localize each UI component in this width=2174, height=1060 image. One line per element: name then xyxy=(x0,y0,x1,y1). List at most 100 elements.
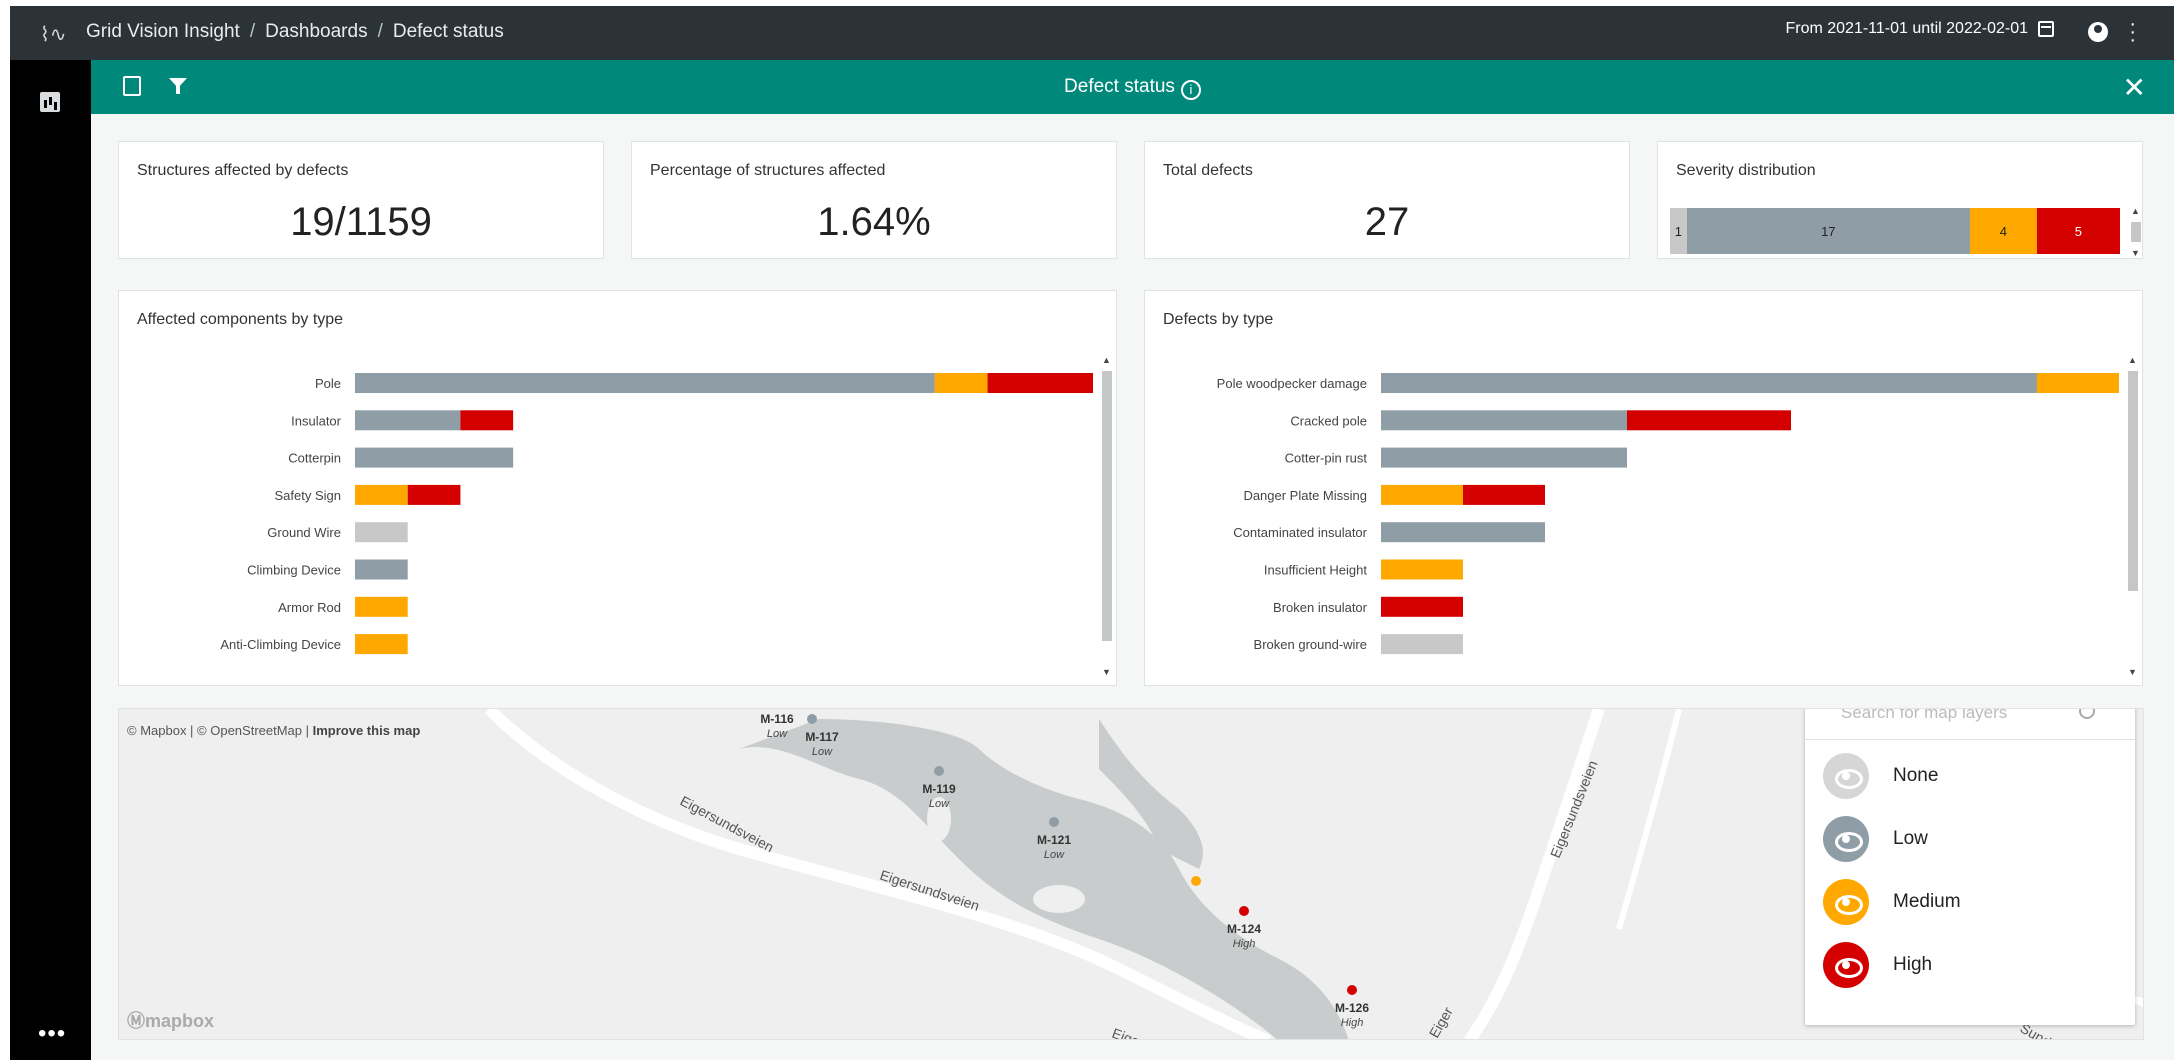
bar-segment-none[interactable] xyxy=(1381,634,1463,655)
chart-scrollbar[interactable]: ▲ ▼ xyxy=(1101,355,1113,677)
date-range-picker[interactable]: From 2021-11-01 until 2022-02-01 xyxy=(1785,20,2054,38)
legend-label: Low xyxy=(1893,828,1928,849)
severity-distribution-card: Severity distribution 1 17 4 5 ▲ ▼ xyxy=(1657,141,2143,259)
defects-by-type-chart: Pole woodpecker damage Cracked pole Cotter… xyxy=(1217,373,2119,655)
bar-segment-medium[interactable] xyxy=(1381,484,1463,505)
legend-item-low[interactable]: Low xyxy=(1823,816,1928,862)
severity-segment-medium[interactable]: 4 xyxy=(1969,208,2037,254)
bar-segment-high[interactable] xyxy=(1381,596,1463,617)
marker-id: M-124 xyxy=(1227,922,1261,936)
severity-segment-none[interactable]: 1 xyxy=(1670,208,1687,254)
top-bar: ⌇∿ Grid Vision Insight / Dashboards / De… xyxy=(10,6,2174,60)
account-icon[interactable] xyxy=(2088,22,2108,42)
kpi-value: 1.64% xyxy=(817,200,931,244)
dashboard-chart-icon[interactable] xyxy=(40,92,60,112)
category-label: Pole woodpecker damage xyxy=(1217,376,1367,391)
kpi-percentage-card: Percentage of structures affected 1.64% xyxy=(631,141,1117,259)
bar-segment-high[interactable] xyxy=(460,410,514,431)
kpi-title: Total defects xyxy=(1163,162,1253,179)
search-icon[interactable] xyxy=(2079,709,2095,719)
bar-segment-low[interactable] xyxy=(355,447,514,468)
category-label: Cotterpin xyxy=(288,451,341,466)
breadcrumb-app[interactable]: Grid Vision Insight xyxy=(86,21,240,43)
bar-segment-low[interactable] xyxy=(1381,522,1545,543)
map-marker-high[interactable] xyxy=(1239,906,1249,916)
category-label: Danger Plate Missing xyxy=(1243,488,1367,503)
more-vert-icon[interactable]: · · · xyxy=(2129,14,2136,50)
scroll-thumb[interactable] xyxy=(2131,222,2141,242)
defect-map[interactable]: Eigersundsveien Eigersundsveien Eigersun… xyxy=(118,708,2144,1040)
bar-segment-low[interactable] xyxy=(355,559,408,580)
scroll-up-icon[interactable]: ▲ xyxy=(2131,206,2140,216)
bar-segment-low[interactable] xyxy=(355,373,935,393)
bar-segment-medium[interactable] xyxy=(355,484,408,505)
legend-item-none[interactable]: None xyxy=(1823,753,1938,799)
category-label: Contaminated insulator xyxy=(1233,525,1367,540)
map-layer-legend: Search for map layers None Low Medium Hi… xyxy=(1805,709,2135,1025)
breadcrumb-separator: / xyxy=(377,21,383,42)
bar-segment-low[interactable] xyxy=(1381,373,2037,393)
legend-item-medium[interactable]: Medium xyxy=(1823,879,1961,925)
severity-stacked-bar: 1 17 4 5 xyxy=(1670,208,2120,254)
bar-segment-high[interactable] xyxy=(407,484,461,505)
scroll-down-icon[interactable]: ▼ xyxy=(2128,667,2137,677)
bar-segment-high[interactable] xyxy=(1463,484,1545,505)
calendar-icon[interactable] xyxy=(2038,21,2054,37)
severity-scrollbar[interactable]: ▲ ▼ xyxy=(2130,206,2142,258)
breadcrumb-dashboards[interactable]: Dashboards xyxy=(265,21,367,43)
dashboard-toolbar: Defect status i ✕ xyxy=(91,60,2174,114)
breadcrumb: Grid Vision Insight / Dashboards / Defec… xyxy=(86,21,504,43)
map-marker-low[interactable] xyxy=(807,714,817,724)
bar-segment-low[interactable] xyxy=(355,410,461,431)
legend-label: High xyxy=(1893,954,1933,975)
kpi-total-card: Total defects 27 xyxy=(1144,141,1630,259)
scroll-thumb[interactable] xyxy=(2128,371,2138,591)
bar-segment-medium[interactable] xyxy=(934,373,988,393)
map-marker-medium[interactable] xyxy=(1191,876,1201,886)
mapbox-logo[interactable]: Ⓜmapbox xyxy=(127,1007,214,1033)
layer-search-input[interactable]: Search for map layers xyxy=(1841,709,2007,723)
eye-icon[interactable] xyxy=(1823,879,1869,925)
bar-segment-high[interactable] xyxy=(987,373,1093,393)
bar-segment-low[interactable] xyxy=(1381,447,1627,468)
category-label: Insulator xyxy=(291,413,342,428)
category-label: Climbing Device xyxy=(247,563,341,578)
divider xyxy=(1805,739,2135,740)
bar-segment-medium[interactable] xyxy=(2037,373,2119,393)
eye-icon[interactable] xyxy=(1823,942,1869,988)
info-icon[interactable]: i xyxy=(1180,80,1201,100)
scroll-up-icon[interactable]: ▲ xyxy=(2128,355,2137,365)
map-marker-high[interactable] xyxy=(1347,985,1357,995)
marker-id: M-116 xyxy=(760,712,794,726)
side-nav: ••• xyxy=(10,60,91,1060)
more-horiz-icon[interactable]: ••• xyxy=(38,1020,66,1048)
map-marker-low[interactable] xyxy=(934,766,944,776)
legend-item-high[interactable]: High xyxy=(1823,942,1932,988)
bar-segment-medium[interactable] xyxy=(355,596,408,617)
bar-segment-none[interactable] xyxy=(355,522,408,543)
scroll-thumb[interactable] xyxy=(1102,371,1112,641)
mapbox-logo-text: mapbox xyxy=(145,1011,215,1031)
category-label: Cracked pole xyxy=(1290,413,1367,428)
scroll-down-icon[interactable]: ▼ xyxy=(2131,248,2140,258)
bar-segment-high[interactable] xyxy=(1627,410,1791,431)
improve-map-link[interactable]: Improve this map xyxy=(313,723,421,738)
chart-scrollbar[interactable]: ▲ ▼ xyxy=(2127,355,2139,677)
map-marker-low[interactable] xyxy=(1049,817,1059,827)
bar-segment-medium[interactable] xyxy=(355,634,408,655)
severity-segment-low[interactable]: 17 xyxy=(1686,208,1970,254)
date-range-text[interactable]: From 2021-11-01 until 2022-02-01 xyxy=(1785,20,2028,38)
app-logo-icon[interactable]: ⌇∿ xyxy=(40,22,67,47)
bar-segment-low[interactable] xyxy=(1381,410,1627,431)
severity-segment-high[interactable]: 5 xyxy=(2036,208,2120,254)
eye-icon[interactable] xyxy=(1823,816,1869,862)
category-label: Cotter-pin rust xyxy=(1285,451,1368,466)
close-icon[interactable]: ✕ xyxy=(2123,71,2146,104)
dashboard-title-text: Defect status xyxy=(1064,76,1175,97)
scroll-up-icon[interactable]: ▲ xyxy=(1102,355,1111,365)
road-label: Eiger xyxy=(1426,1004,1456,1040)
eye-icon[interactable] xyxy=(1823,753,1869,799)
bar-segment-medium[interactable] xyxy=(1381,559,1463,580)
marker-severity: Low xyxy=(929,798,950,810)
scroll-down-icon[interactable]: ▼ xyxy=(1102,667,1111,677)
